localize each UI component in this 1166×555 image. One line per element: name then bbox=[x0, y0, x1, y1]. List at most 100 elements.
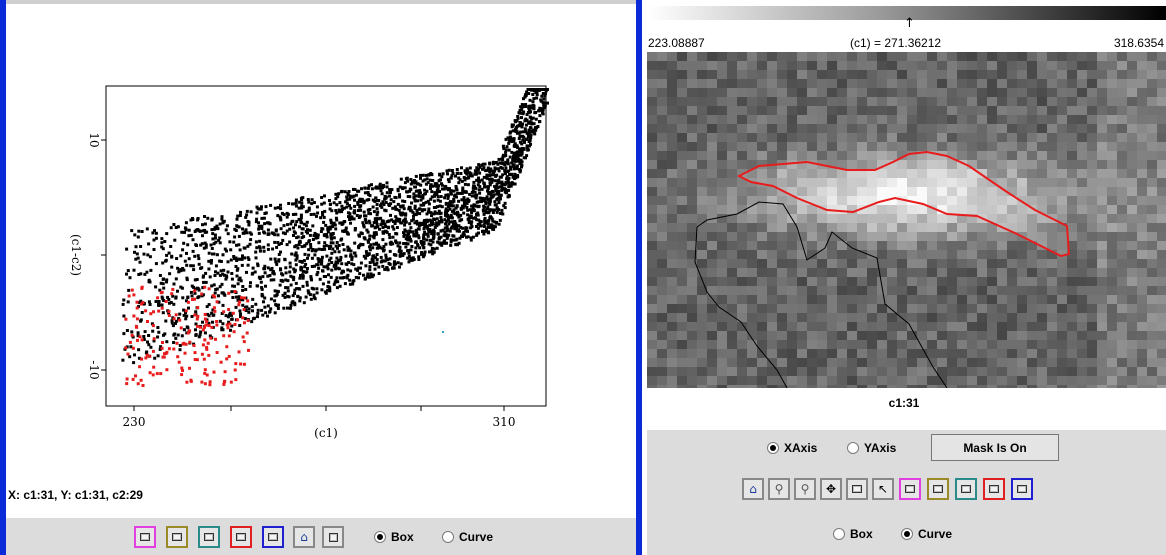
scatter-point bbox=[507, 185, 511, 189]
curve-mode-radio[interactable]: Curve bbox=[901, 527, 952, 541]
mask-toggle-button[interactable]: Mask Is On bbox=[931, 434, 1059, 461]
scatter-point bbox=[203, 331, 207, 335]
box-mode-radio[interactable]: Box bbox=[833, 527, 873, 541]
image-pixel bbox=[997, 340, 1007, 349]
image-pixel bbox=[1087, 304, 1097, 313]
image-pixel bbox=[1007, 340, 1017, 349]
scatter-point bbox=[157, 304, 161, 307]
square-button[interactable] bbox=[322, 526, 344, 548]
red-box-button[interactable] bbox=[230, 526, 252, 548]
scatter-point bbox=[485, 195, 489, 199]
image-pixel bbox=[907, 286, 917, 295]
image-pixel bbox=[1067, 88, 1077, 97]
pointer-button[interactable]: ↖ bbox=[872, 478, 894, 500]
image-pixel bbox=[1107, 304, 1117, 313]
image-pixel bbox=[1097, 358, 1107, 367]
image-pixel bbox=[707, 367, 717, 376]
home-button[interactable]: ⌂ bbox=[742, 478, 764, 500]
scatter-point bbox=[328, 202, 332, 206]
scatter-point bbox=[414, 180, 418, 184]
image-pixel bbox=[897, 367, 907, 376]
scatter-point bbox=[172, 347, 176, 351]
scatter-point bbox=[376, 210, 380, 214]
scatter-point bbox=[203, 230, 207, 234]
image-pixel bbox=[1077, 88, 1087, 97]
scatter-point bbox=[366, 191, 370, 194]
image-pixel bbox=[857, 331, 867, 340]
image-pixel bbox=[1007, 259, 1017, 268]
image-pixel bbox=[1067, 97, 1077, 106]
image-pixel bbox=[1097, 241, 1107, 250]
scatter-point bbox=[477, 179, 481, 183]
scatter-point bbox=[384, 200, 388, 204]
image-pixel bbox=[1017, 295, 1027, 304]
image-pixel bbox=[1057, 88, 1067, 97]
scatter-point bbox=[372, 210, 376, 214]
magenta-box-button[interactable] bbox=[134, 526, 156, 548]
scatter-point bbox=[234, 256, 238, 260]
image-pixel bbox=[977, 277, 987, 286]
scatter-point bbox=[176, 333, 180, 337]
scatter-point bbox=[412, 232, 416, 236]
image-pixel bbox=[907, 277, 917, 286]
scatter-point bbox=[266, 274, 270, 278]
square-button[interactable] bbox=[846, 478, 868, 500]
image-pixel bbox=[957, 88, 967, 97]
blue-box-button[interactable] bbox=[262, 526, 284, 548]
scatter-point bbox=[157, 330, 161, 334]
scatter-point bbox=[276, 233, 280, 237]
image-pixel bbox=[707, 61, 717, 70]
scatter-point bbox=[300, 227, 304, 231]
image-pixel bbox=[1137, 232, 1147, 241]
scatter-point bbox=[469, 172, 473, 176]
scatter-point bbox=[273, 289, 277, 293]
image-pixel bbox=[677, 277, 687, 286]
olive-box-button[interactable] bbox=[927, 478, 949, 500]
image-pixel bbox=[867, 268, 877, 277]
home-button[interactable]: ⌂ bbox=[293, 526, 315, 548]
magenta-box-button[interactable] bbox=[899, 478, 921, 500]
scatter-point bbox=[273, 311, 277, 315]
image-pixel bbox=[737, 79, 747, 88]
scatter-point bbox=[200, 292, 204, 296]
blue-box-button[interactable] bbox=[1011, 478, 1033, 500]
scatter-point bbox=[187, 234, 191, 238]
scatter-point bbox=[263, 212, 267, 215]
image-pixel bbox=[1077, 205, 1087, 214]
image-pixel bbox=[717, 88, 727, 97]
scatter-point bbox=[364, 264, 368, 268]
image-pixel bbox=[877, 223, 887, 232]
image-pixel bbox=[797, 286, 807, 295]
olive-box-button[interactable] bbox=[166, 526, 188, 548]
scatter-point bbox=[187, 306, 190, 310]
scatter-point bbox=[509, 167, 513, 171]
scatter-point bbox=[301, 284, 305, 288]
scatter-point bbox=[321, 282, 325, 286]
box-mode-radio[interactable]: Box bbox=[374, 530, 414, 544]
teal-box-button[interactable] bbox=[198, 526, 220, 548]
image-pixel bbox=[967, 61, 977, 70]
xaxis-radio[interactable]: XAxis bbox=[767, 441, 817, 455]
image-pixel bbox=[887, 277, 897, 286]
satellite-image-view[interactable] bbox=[647, 52, 1166, 388]
curve-mode-radio[interactable]: Curve bbox=[442, 530, 493, 544]
yaxis-radio[interactable]: YAxis bbox=[847, 441, 896, 455]
scatter-point bbox=[518, 170, 522, 174]
scatter-point bbox=[387, 262, 391, 265]
zoom-in-button[interactable]: ⚲ bbox=[768, 478, 790, 500]
scatter-point bbox=[131, 346, 135, 350]
image-pixel bbox=[957, 142, 967, 151]
image-pixel bbox=[1147, 214, 1157, 223]
zoom-out-button[interactable]: ⚲ bbox=[794, 478, 816, 500]
scatter-point bbox=[128, 355, 132, 359]
scatter-plot[interactable]: 10 -10 (c1-c2) 230 310 (c1) bbox=[6, 0, 636, 488]
image-pixel bbox=[887, 97, 897, 106]
teal-box-button[interactable] bbox=[955, 478, 977, 500]
image-pixel bbox=[717, 250, 727, 259]
pan-button[interactable]: ✥ bbox=[820, 478, 842, 500]
scatter-point bbox=[196, 254, 200, 258]
image-pixel bbox=[1137, 124, 1147, 133]
image-pixel bbox=[667, 331, 677, 340]
scatter-point bbox=[408, 230, 412, 234]
red-box-button[interactable] bbox=[983, 478, 1005, 500]
